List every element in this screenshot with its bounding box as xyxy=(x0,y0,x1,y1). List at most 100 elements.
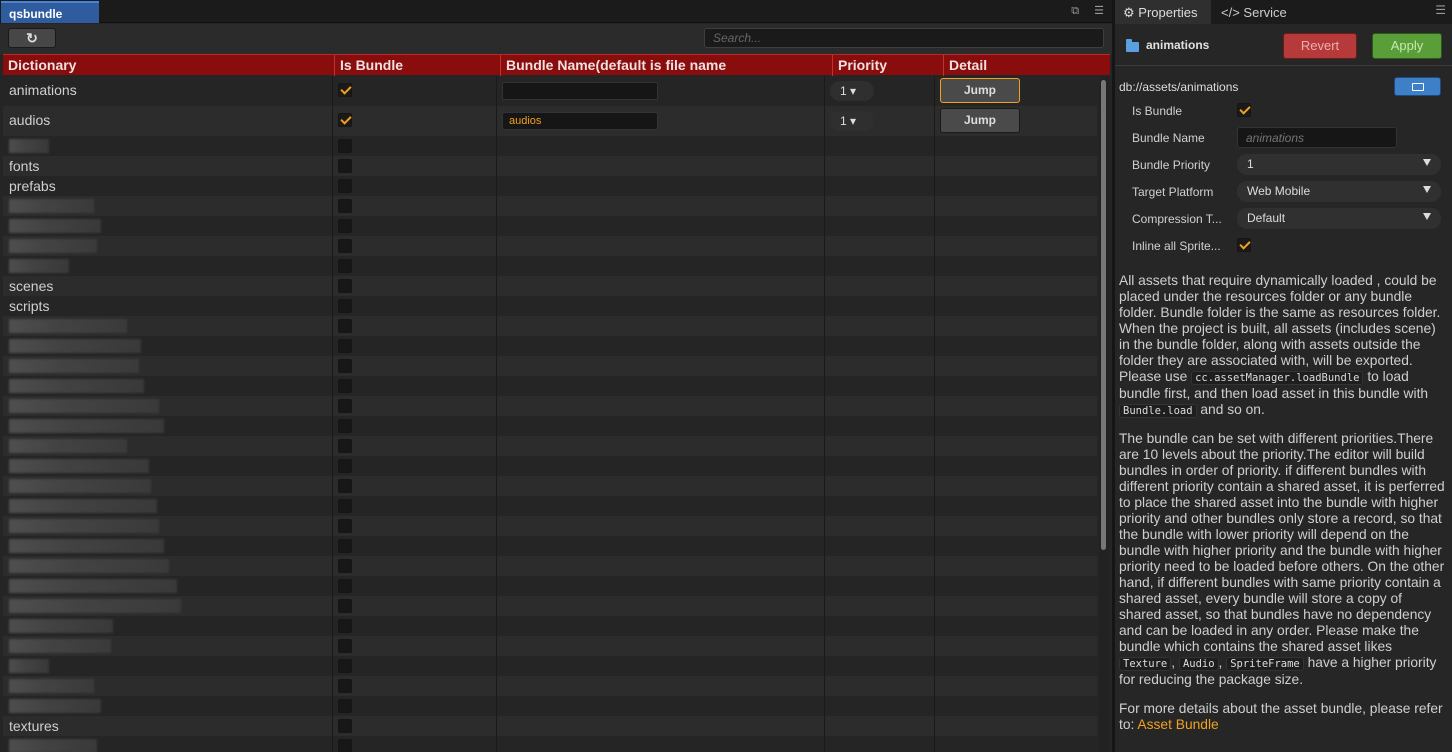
table-row[interactable] xyxy=(3,496,1097,516)
is-bundle-checkbox[interactable] xyxy=(338,379,352,393)
is-bundle-checkbox[interactable] xyxy=(338,299,352,313)
is-bundle-checkbox[interactable] xyxy=(338,419,352,433)
is-bundle-checkbox[interactable] xyxy=(338,699,352,713)
table-row[interactable] xyxy=(3,436,1097,456)
is-bundle-checkbox[interactable] xyxy=(338,399,352,413)
caret-down-icon: ▾ xyxy=(846,84,857,98)
folder-icon xyxy=(1126,39,1139,52)
table-row[interactable]: fonts xyxy=(3,156,1097,176)
table-row[interactable] xyxy=(3,536,1097,556)
is-bundle-checkbox[interactable] xyxy=(338,639,352,653)
is-bundle-checkbox[interactable] xyxy=(338,439,352,453)
is-bundle-checkbox[interactable] xyxy=(338,83,352,97)
properties-panel: ⚙ Properties </> Service ☰ animations Re… xyxy=(1115,0,1452,752)
popout-icon[interactable]: ⧉ xyxy=(1071,5,1079,17)
refresh-button[interactable]: ↻ xyxy=(8,28,56,48)
is-bundle-checkbox[interactable] xyxy=(338,499,352,513)
tab-service[interactable]: </> Service xyxy=(1213,0,1303,24)
is-bundle-checkbox[interactable] xyxy=(338,199,352,213)
redacted-folder-name xyxy=(9,359,139,373)
is-bundle-checkbox[interactable] xyxy=(338,279,352,293)
open-folder-button[interactable] xyxy=(1394,77,1441,96)
is-bundle-checkbox[interactable] xyxy=(338,339,352,353)
table-row[interactable] xyxy=(3,256,1097,276)
table-row[interactable] xyxy=(3,476,1097,496)
inline-sprite-checkbox[interactable] xyxy=(1237,238,1251,252)
table-row[interactable] xyxy=(3,336,1097,356)
table-row[interactable] xyxy=(3,556,1097,576)
table-row[interactable] xyxy=(3,636,1097,656)
is-bundle-checkbox[interactable] xyxy=(338,139,352,153)
revert-button[interactable]: Revert xyxy=(1283,33,1357,59)
table-row[interactable] xyxy=(3,576,1097,596)
is-bundle-checkbox[interactable] xyxy=(338,539,352,553)
is-bundle-checkbox[interactable] xyxy=(338,479,352,493)
table-row[interactable] xyxy=(3,656,1097,676)
table-row[interactable] xyxy=(3,396,1097,416)
priority-select[interactable]: 1 ▾ xyxy=(830,111,874,131)
jump-button[interactable]: Jump xyxy=(940,78,1020,103)
is-bundle-checkbox[interactable] xyxy=(338,739,352,752)
is-bundle-checkbox[interactable] xyxy=(338,679,352,693)
asset-bundle-link[interactable]: Asset Bundle xyxy=(1137,717,1218,732)
redacted-folder-name xyxy=(9,539,164,553)
target-platform-select[interactable]: Web Mobile xyxy=(1237,181,1441,202)
tab-properties[interactable]: ⚙ Properties xyxy=(1115,0,1211,24)
jump-button[interactable]: Jump xyxy=(940,108,1020,133)
is-bundle-checkbox[interactable] xyxy=(338,599,352,613)
table-row[interactable] xyxy=(3,596,1097,616)
compression-select[interactable]: Default xyxy=(1237,208,1441,229)
scrollbar-thumb[interactable] xyxy=(1101,80,1106,550)
is-bundle-checkbox[interactable] xyxy=(338,179,352,193)
bundle-name-input[interactable]: audios xyxy=(502,112,658,130)
table-row[interactable] xyxy=(3,696,1097,716)
table-row[interactable] xyxy=(3,356,1097,376)
is-bundle-checkbox[interactable] xyxy=(338,359,352,373)
is-bundle-checkbox[interactable] xyxy=(338,113,352,127)
is-bundle-checkbox[interactable] xyxy=(338,459,352,473)
is-bundle-checkbox[interactable] xyxy=(338,259,352,273)
table-row[interactable] xyxy=(3,376,1097,396)
table-row[interactable] xyxy=(3,456,1097,476)
table-row[interactable]: prefabs xyxy=(3,176,1097,196)
bundle-priority-select[interactable]: 1 xyxy=(1237,154,1441,175)
is-bundle-checkbox[interactable] xyxy=(338,579,352,593)
is-bundle-checkbox[interactable] xyxy=(338,319,352,333)
caret-down-icon xyxy=(1423,186,1431,193)
tab-qsbundle[interactable]: qsbundle xyxy=(1,1,99,23)
table-row[interactable] xyxy=(3,516,1097,536)
priority-select[interactable]: 1 ▾ xyxy=(830,81,874,101)
table-row[interactable] xyxy=(3,136,1097,156)
table-row[interactable] xyxy=(3,196,1097,216)
prop-label-is-bundle: Is Bundle xyxy=(1132,104,1183,118)
table-row[interactable] xyxy=(3,216,1097,236)
folder-open-icon xyxy=(1412,83,1424,91)
is-bundle-checkbox[interactable] xyxy=(338,219,352,233)
apply-button[interactable]: Apply xyxy=(1372,33,1442,59)
is-bundle-checkbox[interactable] xyxy=(338,239,352,253)
table-row[interactable] xyxy=(3,416,1097,436)
table-row[interactable]: animations 1 ▾ Jump xyxy=(3,76,1097,106)
table-row[interactable]: scripts xyxy=(3,296,1097,316)
is-bundle-checkbox[interactable] xyxy=(338,519,352,533)
menu-icon[interactable]: ☰ xyxy=(1094,5,1104,17)
redacted-folder-name xyxy=(9,339,141,353)
menu-icon[interactable]: ☰ xyxy=(1435,3,1446,17)
table-row[interactable]: scenes xyxy=(3,276,1097,296)
is-bundle-checkbox[interactable] xyxy=(1237,103,1251,117)
is-bundle-checkbox[interactable] xyxy=(338,159,352,173)
table-row[interactable] xyxy=(3,236,1097,256)
search-input[interactable] xyxy=(704,28,1104,48)
table-row[interactable] xyxy=(3,736,1097,752)
is-bundle-checkbox[interactable] xyxy=(338,719,352,733)
table-row[interactable]: audios audios 1 ▾ Jump xyxy=(3,106,1097,136)
table-row[interactable] xyxy=(3,316,1097,336)
table-row[interactable] xyxy=(3,616,1097,636)
is-bundle-checkbox[interactable] xyxy=(338,619,352,633)
bundle-name-input[interactable] xyxy=(1237,127,1397,148)
table-row[interactable] xyxy=(3,676,1097,696)
is-bundle-checkbox[interactable] xyxy=(338,659,352,673)
table-row[interactable]: textures xyxy=(3,716,1097,736)
is-bundle-checkbox[interactable] xyxy=(338,559,352,573)
bundle-name-input[interactable] xyxy=(502,82,658,100)
